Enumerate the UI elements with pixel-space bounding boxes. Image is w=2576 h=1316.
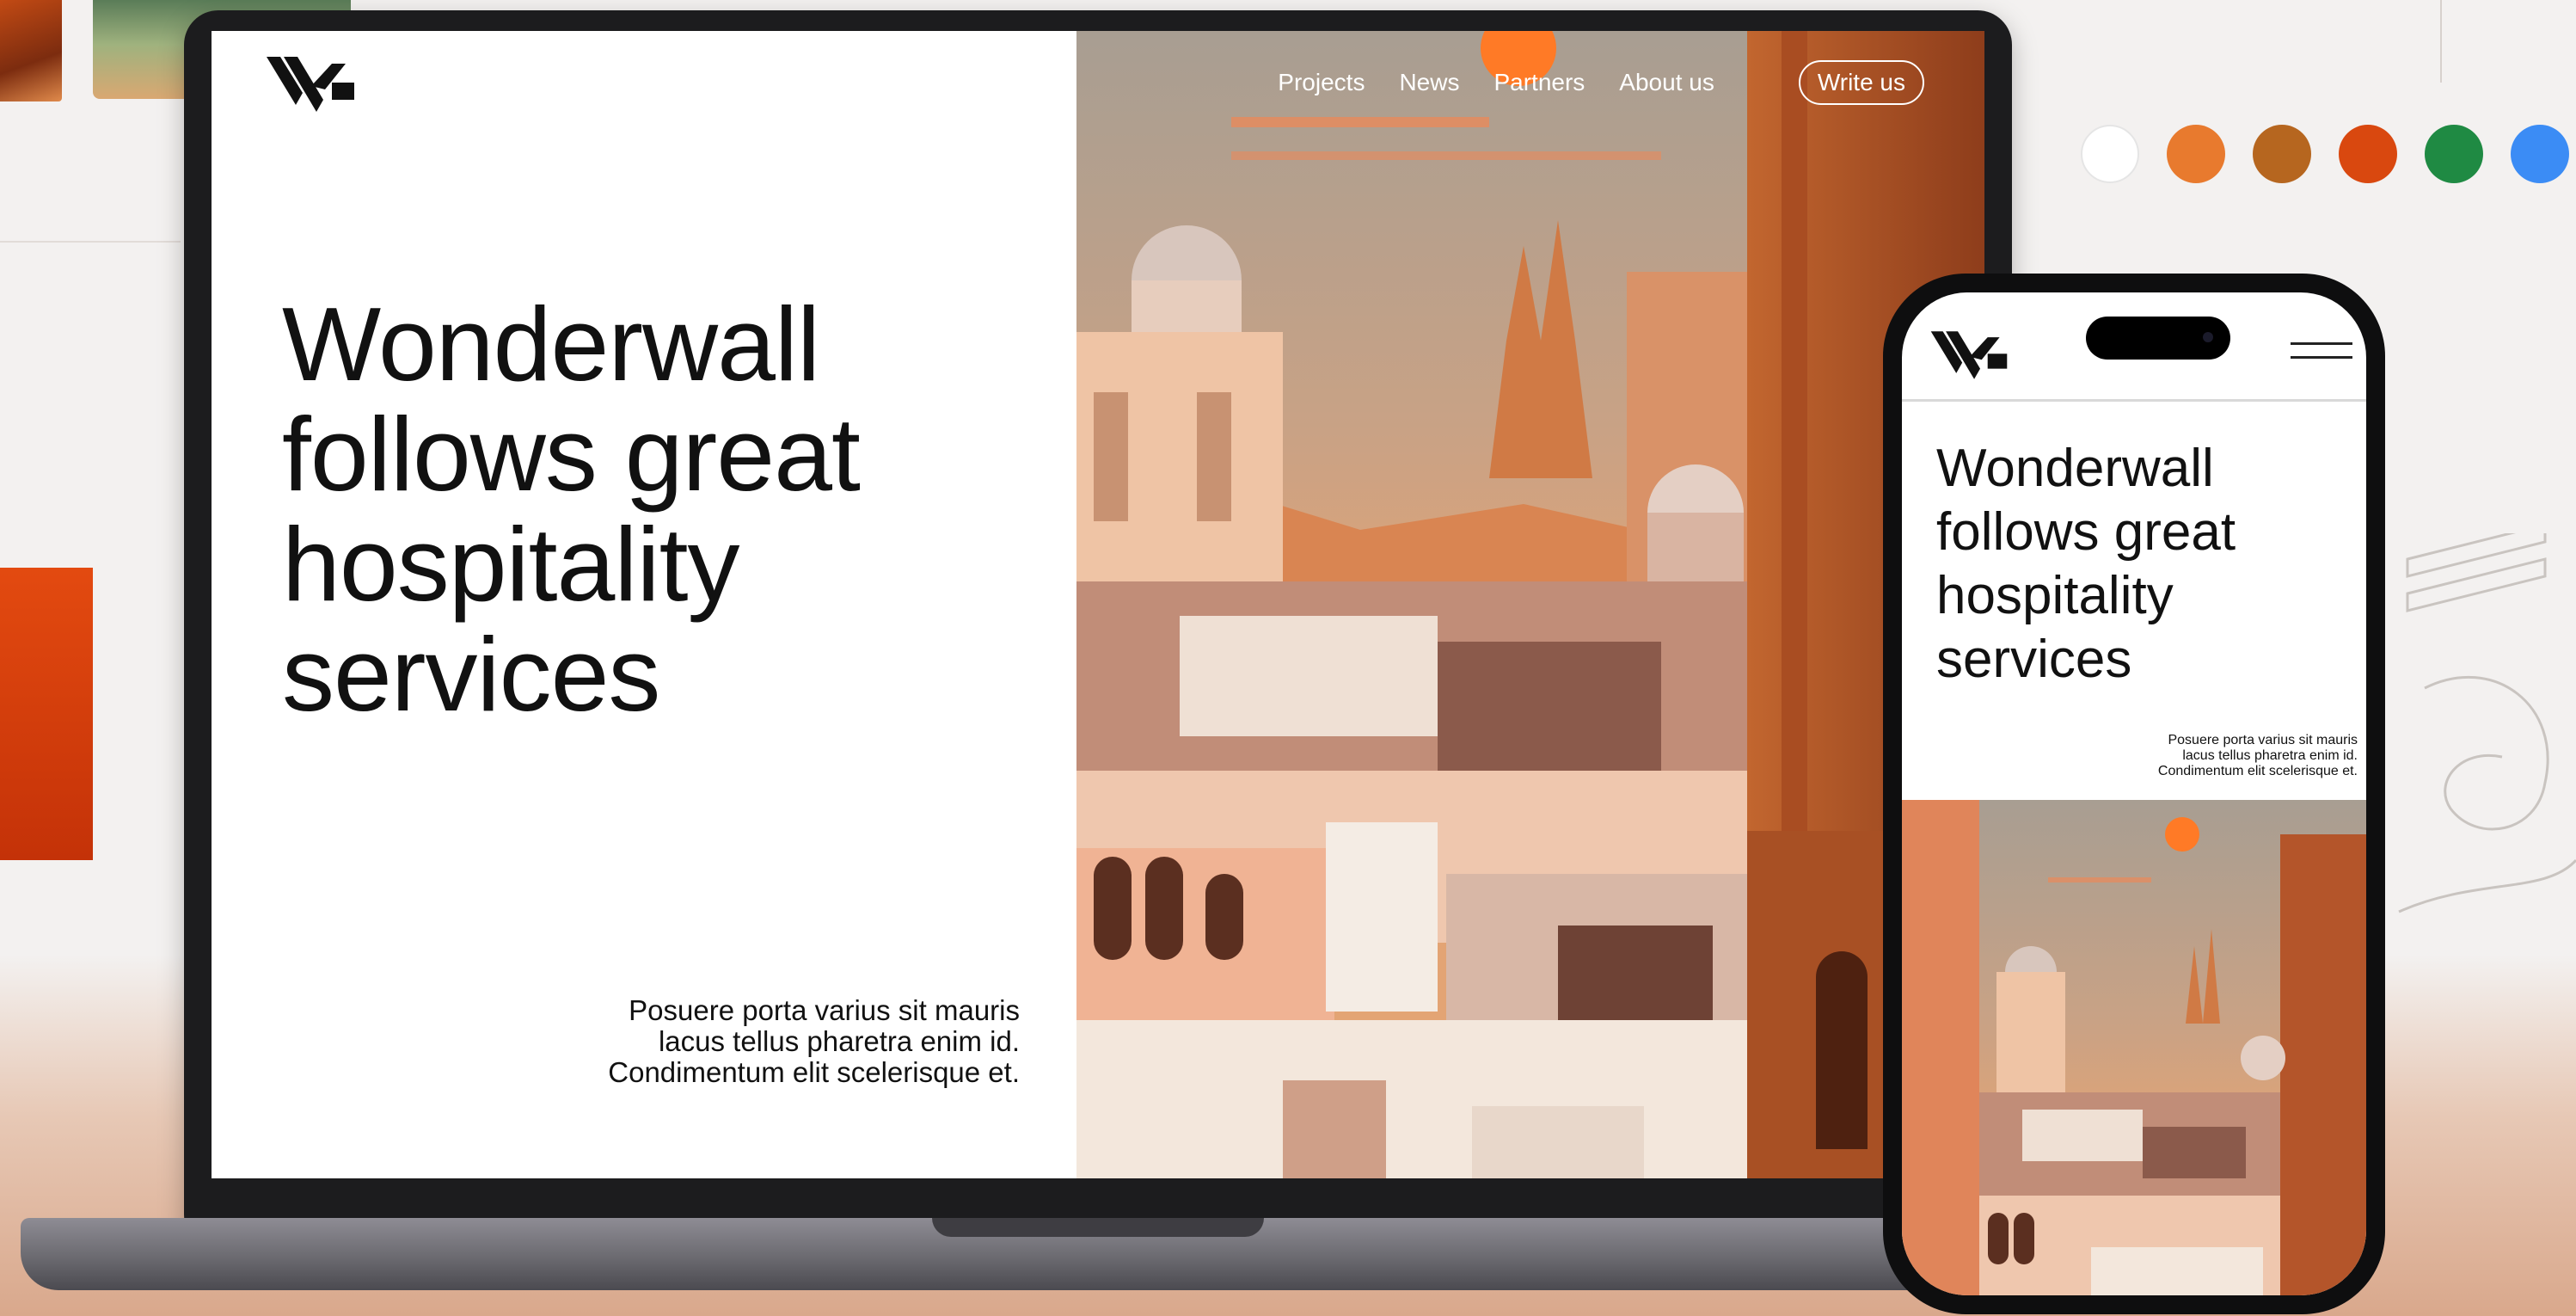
background-thumbnail-orange	[0, 0, 62, 101]
phone-frame: Wonderwall follows great hospitality ser…	[1883, 274, 2385, 1314]
nav-link-partners[interactable]: Partners	[1493, 69, 1585, 96]
write-us-button[interactable]: Write us	[1798, 60, 1924, 105]
background-divider-right	[2440, 0, 2442, 83]
mobile-hero-illustration	[1902, 800, 2366, 1295]
mobile-hero-subtitle: Posuere porta varius sit mauris lacus te…	[2157, 733, 2358, 778]
dynamic-island	[2086, 317, 2230, 360]
mobile-website: Wonderwall follows great hospitality ser…	[1902, 292, 2366, 1295]
nav-link-news[interactable]: News	[1399, 69, 1459, 96]
nav-link-projects[interactable]: Projects	[1278, 69, 1365, 96]
nav-link-about-us[interactable]: About us	[1619, 69, 1714, 96]
wonderwall-logo-icon[interactable]	[263, 52, 358, 117]
color-swatch	[2167, 125, 2225, 183]
hero-illustration: Projects News Partners About us Write us	[1076, 31, 1984, 1178]
mobile-hero-title: Wonderwall follows great hospitality ser…	[1936, 439, 2236, 689]
top-navigation: Projects News Partners About us Write us	[1278, 60, 1924, 105]
color-swatch	[2511, 125, 2569, 183]
background-divider	[0, 241, 181, 243]
laptop-hinge-notch	[932, 1218, 1264, 1237]
color-palette	[2081, 125, 2569, 183]
color-swatch	[2339, 125, 2397, 183]
hero-subtitle: Posuere porta varius sit mauris lacus te…	[608, 994, 1020, 1088]
color-swatch	[2081, 125, 2139, 183]
calligraphy-outline-decoration	[2398, 533, 2576, 913]
background-orange-block	[0, 568, 93, 860]
camera-dot	[2203, 332, 2213, 342]
header-divider	[1902, 399, 2366, 402]
color-swatch	[2425, 125, 2483, 183]
desktop-website: Wonderwall follows great hospitality ser…	[212, 31, 1984, 1178]
wonderwall-logo-icon[interactable]	[1928, 327, 2010, 384]
hero-title: Wonderwall follows great hospitality ser…	[282, 286, 861, 733]
hamburger-icon[interactable]	[2291, 341, 2352, 361]
color-swatch	[2253, 125, 2311, 183]
